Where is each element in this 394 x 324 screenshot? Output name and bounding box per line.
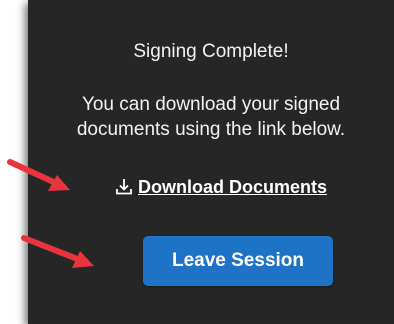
dialog-title: Signing Complete! — [133, 41, 289, 62]
screenshot-stage: Signing Complete! You can download your … — [0, 0, 394, 324]
download-documents-label: Download Documents — [138, 176, 328, 197]
download-documents-link[interactable]: Download Documents — [114, 174, 327, 200]
red-arrow-icon — [7, 159, 70, 191]
download-icon — [114, 177, 134, 197]
dialog-message-line-1: You can download your signed — [81, 94, 341, 115]
dialog-message: You can download your signed documents u… — [28, 92, 394, 142]
red-arrow-icon — [21, 235, 94, 268]
signing-complete-dialog: Signing Complete! You can download your … — [28, 0, 394, 324]
dialog-message-line-2: documents using the link below. — [76, 119, 346, 140]
leave-session-button[interactable]: Leave Session — [143, 236, 333, 286]
